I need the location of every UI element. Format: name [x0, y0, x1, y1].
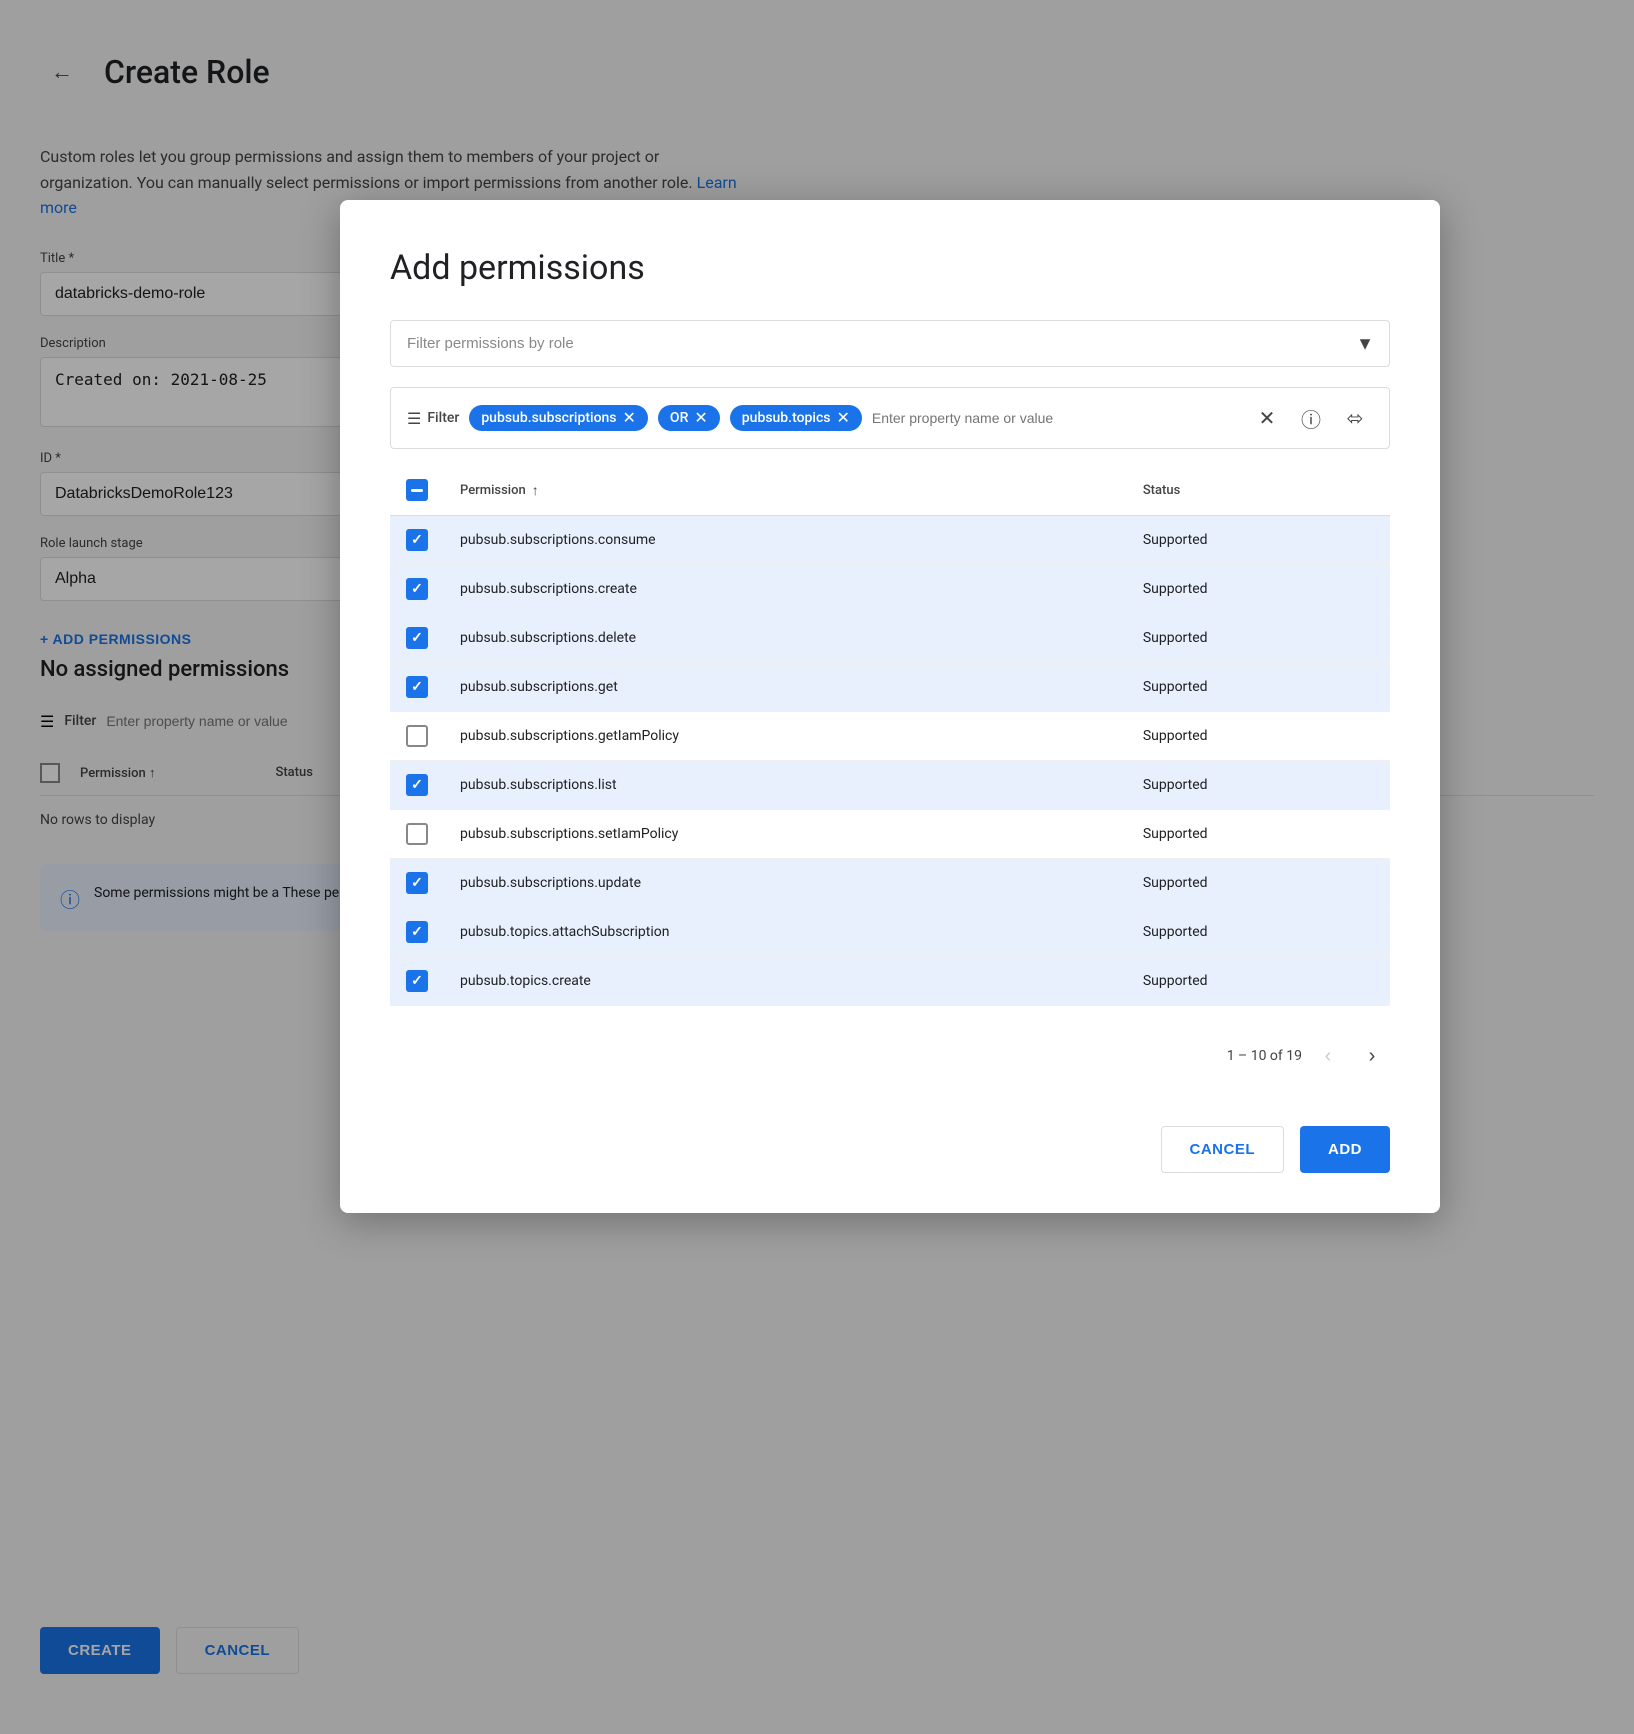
select-all-checkbox[interactable] [406, 479, 428, 501]
tag-topics: pubsub.topics ✕ [730, 405, 862, 431]
row-checkbox-2[interactable] [406, 627, 428, 649]
table-row: pubsub.subscriptions.updateSupported [390, 859, 1390, 908]
status-col-header: Status [1127, 465, 1390, 516]
table-row: pubsub.topics.createSupported [390, 957, 1390, 1006]
tag-subscriptions: pubsub.subscriptions ✕ [469, 405, 648, 431]
dialog-actions: CANCEL ADD [390, 1106, 1390, 1173]
row-checkbox-4[interactable] [406, 725, 428, 747]
row-permission-name: pubsub.topics.attachSubscription [444, 908, 1127, 957]
permissions-table: Permission ↑ Status pubsub.subscriptions… [390, 465, 1390, 1006]
row-status: Supported [1127, 761, 1390, 810]
filter-role-dropdown[interactable]: Filter permissions by role [390, 320, 1390, 367]
pagination-prev-button[interactable]: ‹ [1310, 1038, 1346, 1074]
tag-topics-close[interactable]: ✕ [836, 410, 849, 426]
cancel-dialog-button[interactable]: CANCEL [1161, 1126, 1285, 1173]
row-permission-name: pubsub.subscriptions.list [444, 761, 1127, 810]
table-row: pubsub.subscriptions.createSupported [390, 565, 1390, 614]
table-row: pubsub.topics.attachSubscriptionSupporte… [390, 908, 1390, 957]
tag-or-close[interactable]: ✕ [694, 410, 707, 426]
help-filter-button[interactable]: ⓘ [1293, 400, 1329, 436]
row-permission-name: pubsub.subscriptions.get [444, 663, 1127, 712]
row-checkbox-cell [390, 516, 444, 565]
filter-text-input[interactable] [872, 410, 1239, 426]
table-row: pubsub.subscriptions.setIamPolicySupport… [390, 810, 1390, 859]
row-checkbox-8[interactable] [406, 921, 428, 943]
row-checkbox-cell [390, 859, 444, 908]
row-permission-name: pubsub.subscriptions.delete [444, 614, 1127, 663]
filter-lines-icon-dialog: ☰ [407, 409, 421, 428]
row-status: Supported [1127, 908, 1390, 957]
filter-label: ☰ Filter [407, 409, 459, 428]
row-status: Supported [1127, 957, 1390, 1006]
row-checkbox-cell [390, 614, 444, 663]
add-dialog-button[interactable]: ADD [1300, 1126, 1390, 1173]
row-checkbox-0[interactable] [406, 529, 428, 551]
pagination-next-button[interactable]: › [1354, 1038, 1390, 1074]
filter-actions: ✕ ⓘ ⬄ [1249, 400, 1373, 436]
row-checkbox-cell [390, 565, 444, 614]
row-status: Supported [1127, 516, 1390, 565]
row-checkbox-9[interactable] [406, 970, 428, 992]
row-checkbox-5[interactable] [406, 774, 428, 796]
row-permission-name: pubsub.topics.create [444, 957, 1127, 1006]
row-checkbox-6[interactable] [406, 823, 428, 845]
select-all-th [390, 465, 444, 516]
row-checkbox-cell [390, 908, 444, 957]
row-checkbox-cell [390, 810, 444, 859]
pagination-text: 1 – 10 of 19 [1227, 1048, 1302, 1064]
permission-col-header: Permission ↑ [444, 465, 1127, 516]
row-permission-name: pubsub.subscriptions.getIamPolicy [444, 712, 1127, 761]
row-checkbox-cell [390, 663, 444, 712]
filter-tags-bar: ☰ Filter pubsub.subscriptions ✕ OR ✕ pub… [390, 387, 1390, 449]
row-status: Supported [1127, 810, 1390, 859]
clear-filter-button[interactable]: ✕ [1249, 400, 1285, 436]
row-checkbox-cell [390, 712, 444, 761]
row-checkbox-3[interactable] [406, 676, 428, 698]
table-row: pubsub.subscriptions.getIamPolicySupport… [390, 712, 1390, 761]
tag-or-label: OR [670, 410, 688, 426]
tag-subscriptions-close[interactable]: ✕ [623, 410, 636, 426]
tag-or: OR ✕ [658, 405, 720, 431]
tag-subscriptions-label: pubsub.subscriptions [481, 410, 616, 426]
row-checkbox-cell [390, 957, 444, 1006]
table-row: pubsub.subscriptions.listSupported [390, 761, 1390, 810]
table-row: pubsub.subscriptions.consumeSupported [390, 516, 1390, 565]
dialog-title: Add permissions [390, 248, 1390, 288]
row-checkbox-cell [390, 761, 444, 810]
row-permission-name: pubsub.subscriptions.consume [444, 516, 1127, 565]
sort-icon: ↑ [532, 482, 539, 499]
row-checkbox-1[interactable] [406, 578, 428, 600]
tag-topics-label: pubsub.topics [742, 410, 831, 426]
row-status: Supported [1127, 565, 1390, 614]
add-permissions-dialog: Add permissions Filter permissions by ro… [340, 200, 1440, 1213]
row-permission-name: pubsub.subscriptions.create [444, 565, 1127, 614]
row-checkbox-7[interactable] [406, 872, 428, 894]
columns-button[interactable]: ⬄ [1337, 400, 1373, 436]
row-status: Supported [1127, 663, 1390, 712]
table-row: pubsub.subscriptions.deleteSupported [390, 614, 1390, 663]
row-permission-name: pubsub.subscriptions.update [444, 859, 1127, 908]
row-status: Supported [1127, 614, 1390, 663]
row-status: Supported [1127, 859, 1390, 908]
table-row: pubsub.subscriptions.getSupported [390, 663, 1390, 712]
pagination: 1 – 10 of 19 ‹ › [390, 1026, 1390, 1086]
row-permission-name: pubsub.subscriptions.setIamPolicy [444, 810, 1127, 859]
filter-role-dropdown-wrapper: Filter permissions by role ▼ [390, 320, 1390, 367]
row-status: Supported [1127, 712, 1390, 761]
